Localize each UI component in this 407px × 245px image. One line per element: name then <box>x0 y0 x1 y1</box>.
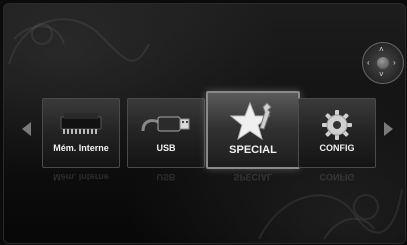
gear-icon <box>321 109 353 146</box>
tile-reflection: Mém. Interne <box>53 172 109 182</box>
tile-reflection: SPECIAL <box>233 172 273 182</box>
star-wrench-icon <box>229 101 276 148</box>
menu-item-internal-memory[interactable]: Mém. Interne <box>42 98 120 168</box>
menu-item-label: SPECIAL <box>229 144 277 156</box>
menu-item-label: CONFIG <box>319 143 355 153</box>
menu-item-usb[interactable]: USB <box>127 98 205 168</box>
menu-item-special[interactable]: SPECIAL <box>206 91 300 169</box>
menu-item-label: Mém. Interne <box>53 143 109 153</box>
menu-screen: ˄ ˅ ‹ › Mém. Interne USB SPECIAL CONFIG … <box>3 3 406 244</box>
menu-item-config[interactable]: CONFIG <box>298 98 376 168</box>
menu-item-label: USB <box>156 143 176 153</box>
main-menu: Mém. Interne USB SPECIAL CONFIG Mém. Int… <box>4 4 405 243</box>
usb-drive-icon <box>140 109 192 144</box>
tile-reflection: CONFIG <box>319 172 355 182</box>
memory-chip-icon <box>58 109 104 142</box>
tile-reflection: USB <box>156 172 176 182</box>
